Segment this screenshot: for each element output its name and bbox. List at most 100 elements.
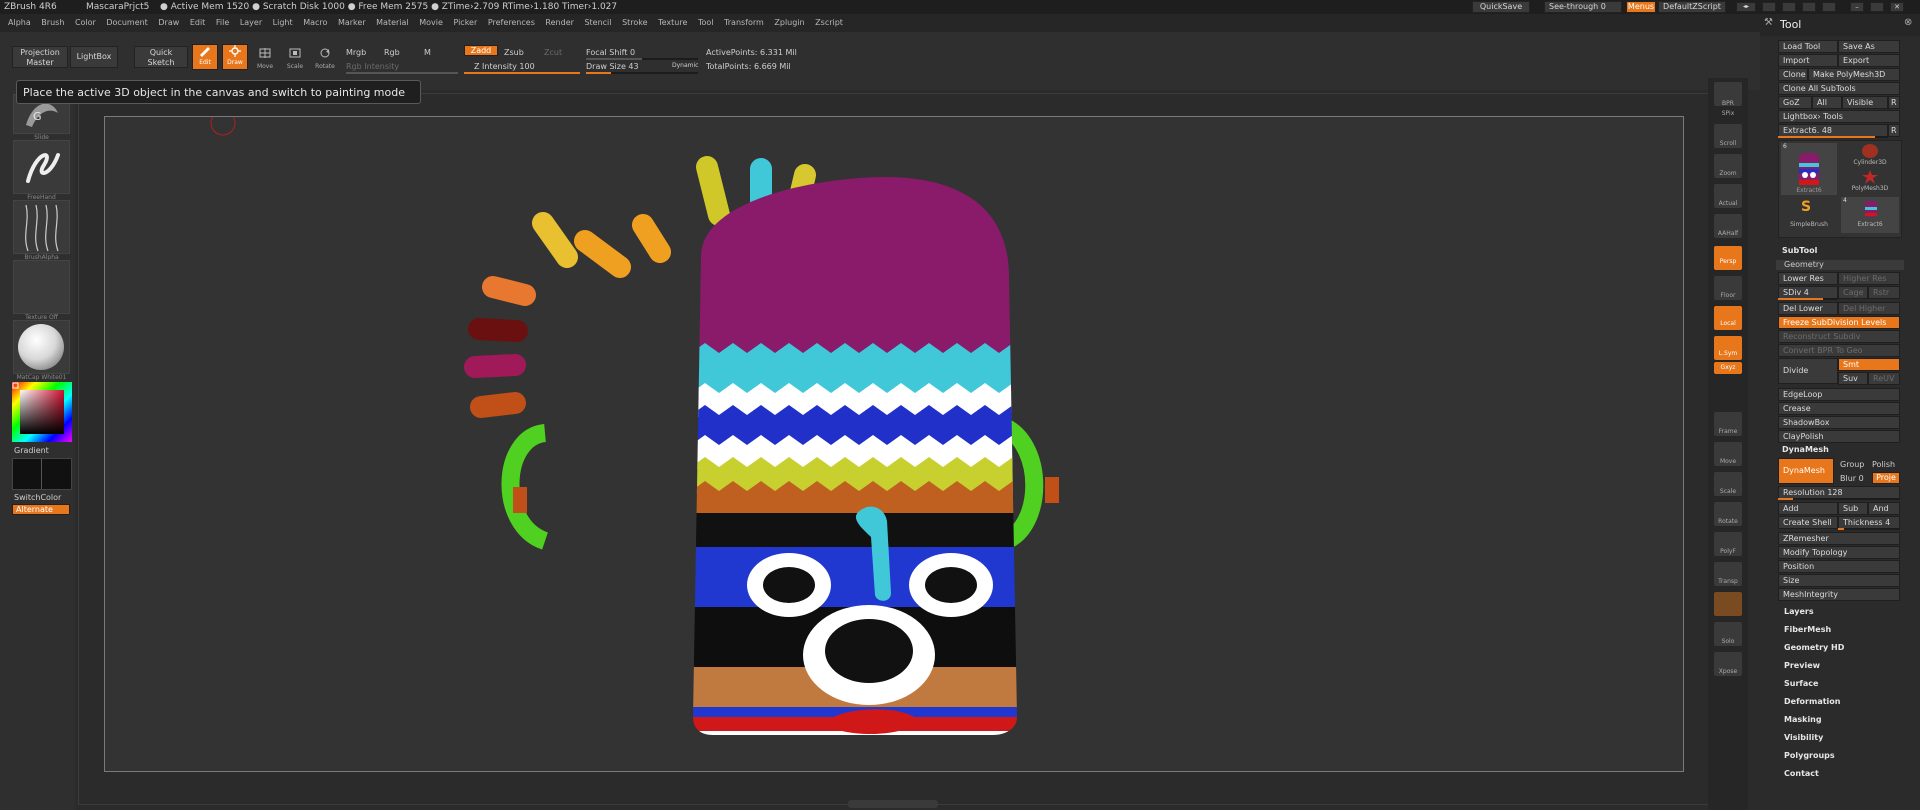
menu-stencil[interactable]: Stencil bbox=[584, 18, 611, 27]
deformation-section[interactable]: Deformation bbox=[1784, 697, 1840, 706]
menu-alpha[interactable]: Alpha bbox=[8, 18, 31, 27]
group-toggle[interactable]: Group bbox=[1840, 460, 1864, 469]
maximize-icon[interactable] bbox=[1870, 2, 1884, 12]
make-polymesh-button[interactable]: Make PolyMesh3D bbox=[1808, 68, 1900, 81]
freeze-subdivision-button[interactable]: Freeze SubDivision Levels bbox=[1778, 316, 1900, 329]
arrows-icon[interactable]: ◂▸ bbox=[1736, 2, 1756, 12]
menu-zplugin[interactable]: Zplugin bbox=[774, 18, 804, 27]
rgb-intensity-track[interactable] bbox=[346, 72, 458, 74]
project-toggle[interactable]: Proje bbox=[1872, 472, 1900, 484]
projection-master-button[interactable]: Projection Master bbox=[12, 46, 68, 68]
color-picker[interactable] bbox=[12, 382, 72, 442]
add-button[interactable]: Add bbox=[1778, 502, 1838, 515]
material-thumb[interactable] bbox=[13, 320, 70, 374]
menu-macro[interactable]: Macro bbox=[303, 18, 327, 27]
mask-model[interactable] bbox=[105, 117, 1683, 771]
save-as-button[interactable]: Save As bbox=[1838, 40, 1900, 53]
shadowbox-section[interactable]: ShadowBox bbox=[1778, 416, 1900, 429]
default-zscript-button[interactable]: DefaultZScript bbox=[1658, 1, 1726, 13]
export-button[interactable]: Export bbox=[1838, 54, 1900, 67]
lightbox-tools-button[interactable]: Lightbox› Tools bbox=[1778, 110, 1900, 123]
fibermesh-section[interactable]: FiberMesh bbox=[1784, 625, 1831, 634]
surface-section[interactable]: Surface bbox=[1784, 679, 1818, 688]
focal-shift-slider[interactable]: Focal Shift 0 bbox=[586, 48, 635, 57]
close-icon[interactable]: ✕ bbox=[1890, 2, 1904, 12]
menu-draw[interactable]: Draw bbox=[158, 18, 179, 27]
higher-res-button[interactable]: Higher Res bbox=[1838, 272, 1900, 285]
quick-sketch-button[interactable]: Quick Sketch bbox=[134, 46, 188, 68]
draw-size-track[interactable] bbox=[586, 72, 698, 74]
tool-thumb-polymesh3d[interactable]: PolyMesh3D bbox=[1841, 169, 1899, 193]
load-tool-button[interactable]: Load Tool bbox=[1778, 40, 1838, 53]
dynamesh-section[interactable]: DynaMesh bbox=[1782, 445, 1829, 454]
color-swatches[interactable] bbox=[12, 458, 72, 490]
rstr-button[interactable]: Rstr bbox=[1868, 286, 1900, 299]
panel-close-icon[interactable]: ⊗ bbox=[1904, 17, 1912, 28]
rgb-toggle[interactable]: Rgb bbox=[384, 48, 400, 57]
menu-edit[interactable]: Edit bbox=[190, 18, 206, 27]
settings-icon[interactable] bbox=[1802, 2, 1816, 12]
draw-size-slider[interactable]: Draw Size 43 bbox=[586, 62, 639, 71]
lower-res-button[interactable]: Lower Res bbox=[1778, 272, 1838, 285]
menu-brush[interactable]: Brush bbox=[41, 18, 64, 27]
and-button[interactable]: And bbox=[1868, 502, 1900, 515]
help-icon[interactable] bbox=[1762, 2, 1776, 12]
rotate-button[interactable]: Rotate bbox=[312, 44, 338, 70]
menu-stroke[interactable]: Stroke bbox=[622, 18, 648, 27]
spix-label[interactable]: SPix bbox=[1713, 110, 1743, 117]
del-lower-button[interactable]: Del Lower bbox=[1778, 302, 1838, 315]
thickness-slider-track[interactable] bbox=[1838, 528, 1900, 530]
dynamic-toggle[interactable]: Dynamic bbox=[672, 62, 698, 69]
bottom-shelf-handle[interactable] bbox=[848, 800, 938, 808]
zcut-button[interactable]: Zcut bbox=[544, 48, 562, 57]
contact-section[interactable]: Contact bbox=[1784, 769, 1819, 778]
draw-button[interactable]: Draw bbox=[222, 44, 248, 70]
layout-icon[interactable] bbox=[1782, 2, 1796, 12]
document-canvas[interactable] bbox=[104, 116, 1684, 772]
quicksave-button[interactable]: QuickSave bbox=[1472, 1, 1530, 13]
polygroups-section[interactable]: Polygroups bbox=[1784, 751, 1835, 760]
dynamesh-button[interactable]: DynaMesh bbox=[1778, 458, 1834, 484]
menus-button[interactable]: Menus bbox=[1626, 1, 1656, 13]
menu-file[interactable]: File bbox=[216, 18, 229, 27]
ghost-button[interactable] bbox=[1714, 592, 1742, 616]
sub-button[interactable]: Sub bbox=[1838, 502, 1868, 515]
divide-button[interactable]: Divide bbox=[1778, 358, 1838, 384]
tool-thumb-extract6[interactable]: 6 Extract6 bbox=[1781, 143, 1837, 195]
edgeloop-section[interactable]: EdgeLoop bbox=[1778, 388, 1900, 401]
layers-section[interactable]: Layers bbox=[1784, 607, 1814, 616]
color-picker-wheel[interactable] bbox=[12, 382, 72, 442]
texture-thumb[interactable] bbox=[13, 260, 70, 314]
menu-preferences[interactable]: Preferences bbox=[488, 18, 535, 27]
gradient-label[interactable]: Gradient bbox=[14, 446, 49, 455]
goz-all-button[interactable]: All bbox=[1812, 96, 1842, 109]
menu-color[interactable]: Color bbox=[75, 18, 96, 27]
del-higher-button[interactable]: Del Higher bbox=[1838, 302, 1900, 315]
switchcolor-button[interactable]: SwitchColor bbox=[14, 493, 61, 502]
position-section[interactable]: Position bbox=[1778, 560, 1900, 573]
z-intensity-slider[interactable]: Z Intensity 100 bbox=[474, 62, 535, 71]
scale-button[interactable]: Scale bbox=[282, 44, 308, 70]
menu-render[interactable]: Render bbox=[545, 18, 573, 27]
sdiv-slider-track[interactable] bbox=[1778, 298, 1838, 300]
move-button[interactable]: Move bbox=[252, 44, 278, 70]
subtool-section[interactable]: SubTool bbox=[1782, 246, 1817, 255]
visibility-section[interactable]: Visibility bbox=[1784, 733, 1823, 742]
menu-material[interactable]: Material bbox=[376, 18, 409, 27]
modify-topology-section[interactable]: Modify Topology bbox=[1778, 546, 1900, 559]
goz-r-button[interactable]: R bbox=[1888, 96, 1900, 109]
zremesher-section[interactable]: ZRemesher bbox=[1778, 532, 1900, 545]
goz-visible-button[interactable]: Visible bbox=[1842, 96, 1888, 109]
menu-picker[interactable]: Picker bbox=[453, 18, 477, 27]
size-section[interactable]: Size bbox=[1778, 574, 1900, 587]
menu-transform[interactable]: Transform bbox=[724, 18, 764, 27]
smt-toggle[interactable]: Smt bbox=[1838, 358, 1900, 371]
alternate-button[interactable]: Alternate bbox=[12, 504, 70, 515]
menu-layer[interactable]: Layer bbox=[240, 18, 262, 27]
menu-texture[interactable]: Texture bbox=[658, 18, 687, 27]
tool-thumb-extract6-small[interactable]: 4 Extract6 bbox=[1841, 197, 1899, 233]
convert-bpr-button[interactable]: Convert BPR To Geo bbox=[1778, 344, 1900, 357]
focal-shift-track[interactable] bbox=[586, 58, 698, 60]
crease-section[interactable]: Crease bbox=[1778, 402, 1900, 415]
rgb-intensity-slider[interactable]: Rgb Intensity bbox=[346, 62, 399, 71]
